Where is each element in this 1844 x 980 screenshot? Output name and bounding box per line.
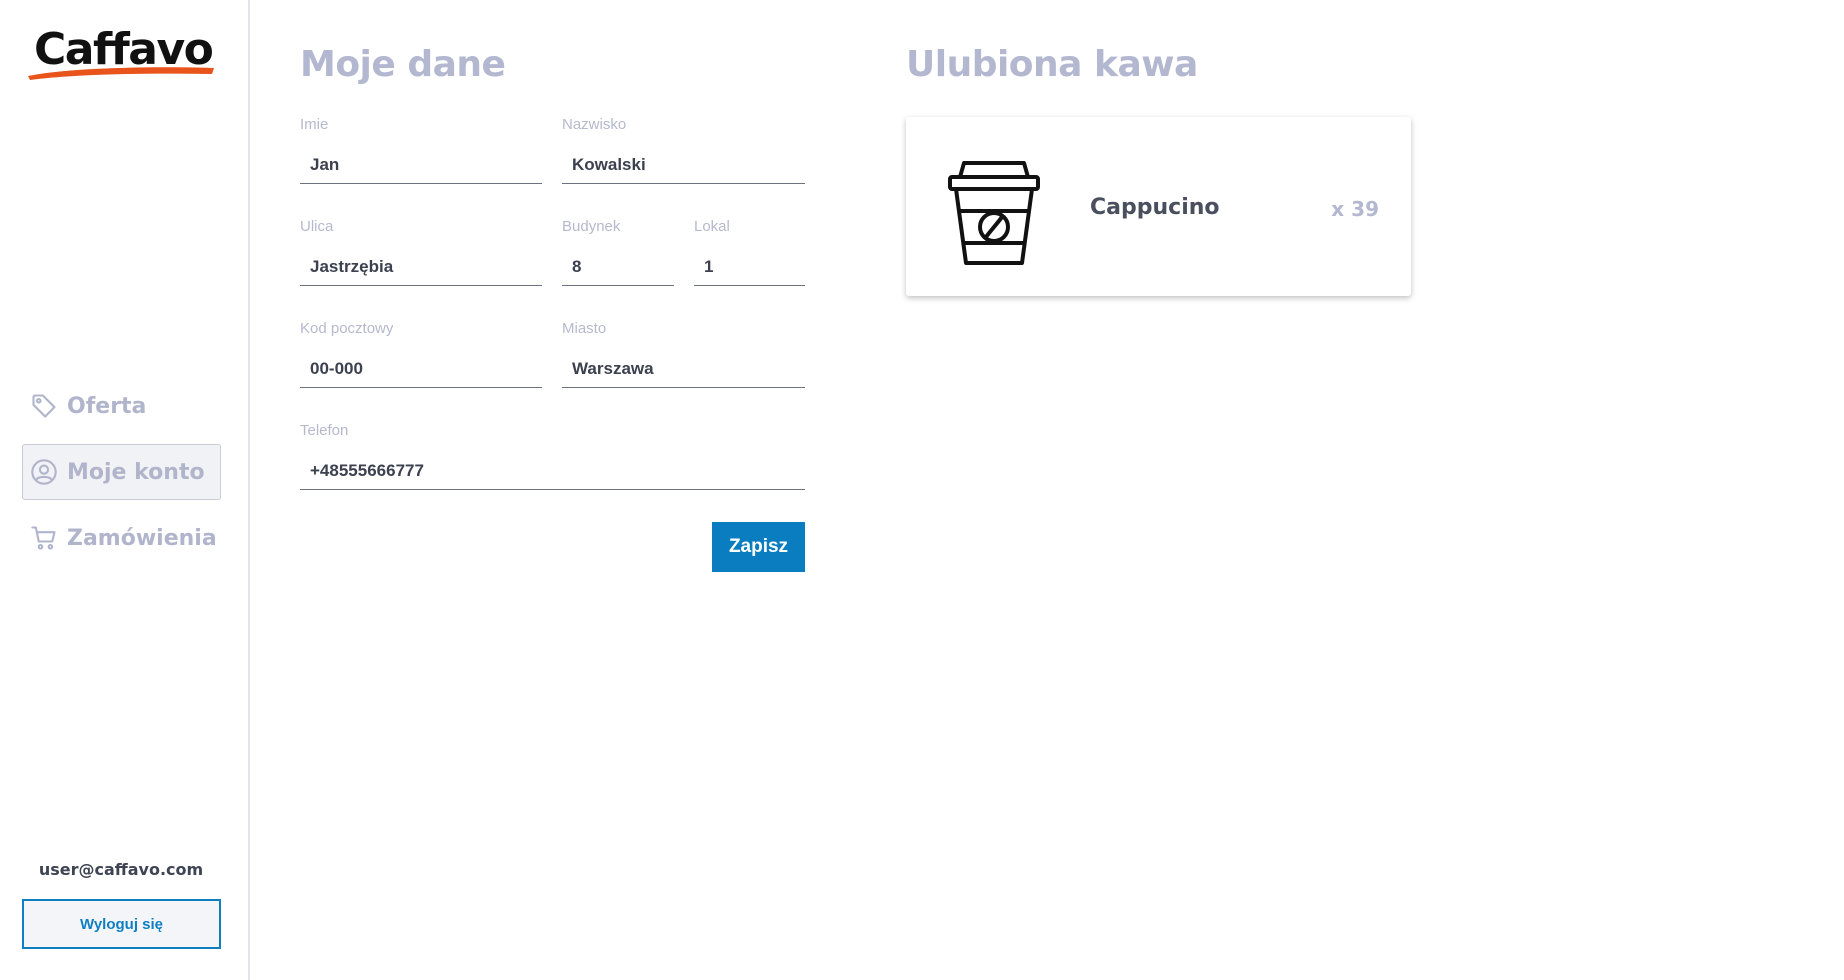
postal-code-input[interactable] bbox=[300, 350, 542, 388]
app: Caffavo Oferta Moje konto Zamówienia use… bbox=[0, 0, 1844, 980]
postal-code-field: Kod pocztowy bbox=[300, 320, 542, 388]
street-field: Ulica bbox=[300, 218, 542, 286]
first-name-input[interactable] bbox=[300, 146, 542, 184]
sidebar-item-label: Moje konto bbox=[67, 459, 205, 485]
sidebar-nav: Oferta Moje konto Zamówienia bbox=[22, 378, 221, 576]
favorite-coffee-name: Cappucino bbox=[1090, 195, 1220, 220]
sidebar-item-label: Oferta bbox=[67, 393, 147, 419]
phone-input[interactable] bbox=[300, 452, 805, 490]
postal-code-label: Kod pocztowy bbox=[300, 320, 394, 337]
last-name-label: Nazwisko bbox=[562, 116, 627, 133]
first-name-label: Imie bbox=[300, 116, 329, 133]
user-circle-icon bbox=[29, 457, 59, 487]
sidebar-item-zamowienia[interactable]: Zamówienia bbox=[22, 510, 221, 566]
building-input[interactable] bbox=[562, 248, 674, 286]
logo-text: Caffavo bbox=[34, 24, 214, 75]
save-button[interactable]: Zapisz bbox=[712, 522, 805, 572]
sidebar: Caffavo Oferta Moje konto Zamówienia use… bbox=[0, 0, 250, 980]
caffavo-logo[interactable]: Caffavo bbox=[26, 24, 216, 84]
sidebar-item-label: Zamówienia bbox=[67, 525, 217, 551]
street-label: Ulica bbox=[300, 218, 334, 235]
city-input[interactable] bbox=[562, 350, 805, 388]
user-email: user@caffavo.com bbox=[38, 860, 204, 879]
coffee-cup-icon bbox=[948, 161, 1040, 265]
tag-icon bbox=[29, 391, 59, 421]
sidebar-item-moje-konto[interactable]: Moje konto bbox=[22, 444, 221, 500]
building-label: Budynek bbox=[562, 218, 621, 235]
favorite-coffee-count: x 39 bbox=[1331, 197, 1379, 221]
apartment-field: Lokal bbox=[694, 218, 805, 286]
first-name-field: Imie bbox=[300, 116, 542, 184]
phone-label: Telefon bbox=[300, 422, 349, 439]
logout-button[interactable]: Wyloguj się bbox=[22, 899, 221, 949]
apartment-input[interactable] bbox=[694, 248, 805, 286]
last-name-input[interactable] bbox=[562, 146, 805, 184]
favorite-title: Ulubiona kawa bbox=[906, 44, 1198, 85]
building-field: Budynek bbox=[562, 218, 674, 286]
profile-title: Moje dane bbox=[300, 44, 506, 85]
phone-field: Telefon bbox=[300, 422, 805, 490]
street-input[interactable] bbox=[300, 248, 542, 286]
sidebar-item-oferta[interactable]: Oferta bbox=[22, 378, 221, 434]
apartment-label: Lokal bbox=[694, 218, 730, 235]
city-field: Miasto bbox=[562, 320, 805, 388]
city-label: Miasto bbox=[562, 320, 607, 337]
last-name-field: Nazwisko bbox=[562, 116, 805, 184]
favorite-coffee-card[interactable]: Cappucino x 39 bbox=[906, 117, 1411, 296]
cart-icon bbox=[29, 523, 59, 553]
